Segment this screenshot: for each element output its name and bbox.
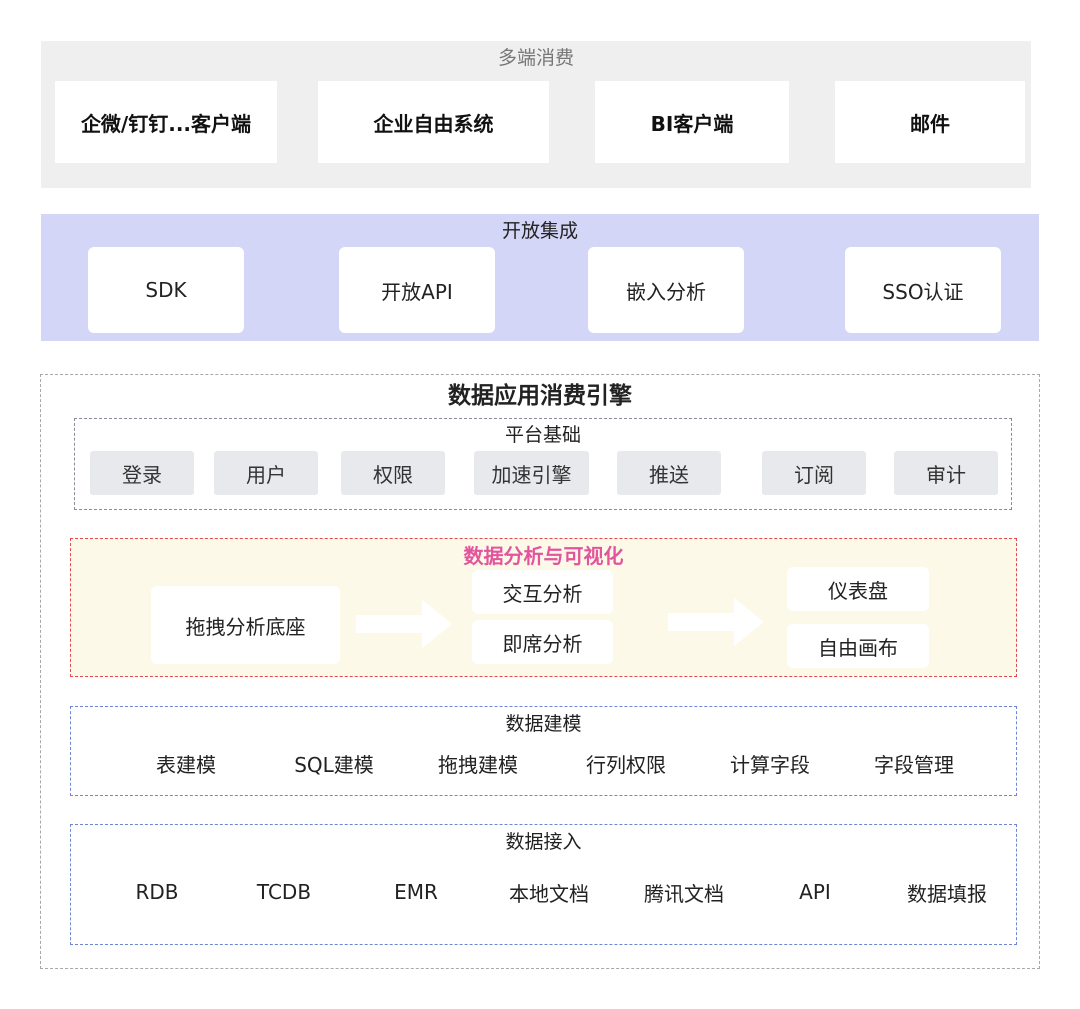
modeling-title: 数据建模 — [505, 712, 582, 735]
analysis-card-interactive: 交互分析 — [472, 570, 613, 614]
modeling-item-row-column-permission: 行列权限 — [586, 752, 666, 777]
analysis-title: 数据分析与可视化 — [463, 543, 624, 568]
access-item-rdb: RDB — [135, 880, 179, 904]
access-item-emr: EMR — [394, 880, 438, 904]
modeling-item-field-management: 字段管理 — [874, 752, 954, 777]
consumption-card-im-client: 企微/钉钉...客户端 — [55, 81, 277, 163]
platform-chip-acceleration: 加速引擎 — [474, 451, 589, 495]
consumption-card-email: 邮件 — [835, 81, 1025, 163]
platform-chip-login: 登录 — [90, 451, 194, 495]
access-item-data-fill: 数据填报 — [907, 881, 987, 906]
arrow-right-icon — [668, 598, 764, 646]
modeling-item-table: 表建模 — [156, 752, 216, 777]
platform-title: 平台基础 — [504, 423, 581, 446]
integration-card-embedded-analysis: 嵌入分析 — [588, 247, 744, 333]
analysis-card-drag-base: 拖拽分析底座 — [151, 586, 340, 664]
consumption-title: 多端消费 — [497, 46, 574, 69]
analysis-card-adhoc: 即席分析 — [472, 620, 613, 664]
consumption-card-enterprise-system: 企业自由系统 — [318, 81, 549, 163]
platform-chip-audit: 审计 — [894, 451, 998, 495]
access-item-local-doc: 本地文档 — [509, 881, 589, 906]
arrow-right-icon — [356, 600, 452, 648]
access-item-tencent-doc: 腾讯文档 — [644, 881, 724, 906]
access-item-tcdb: TCDB — [256, 880, 312, 904]
access-title: 数据接入 — [505, 830, 582, 853]
modeling-item-drag: 拖拽建模 — [438, 752, 518, 777]
integration-card-sdk: SDK — [88, 247, 244, 333]
integration-title: 开放集成 — [501, 219, 578, 242]
platform-chip-permission: 权限 — [341, 451, 445, 495]
engine-title: 数据应用消费引擎 — [448, 383, 632, 409]
consumption-card-bi-client: BI客户端 — [595, 81, 789, 163]
analysis-card-free-canvas: 自由画布 — [787, 624, 929, 668]
access-item-api: API — [799, 880, 831, 904]
modeling-item-calculated-field: 计算字段 — [730, 752, 810, 777]
platform-chip-subscribe: 订阅 — [762, 451, 866, 495]
modeling-item-sql: SQL建模 — [294, 752, 374, 777]
platform-chip-user: 用户 — [214, 451, 318, 495]
integration-card-sso: SSO认证 — [845, 247, 1001, 333]
platform-chip-push: 推送 — [617, 451, 721, 495]
analysis-card-dashboard: 仪表盘 — [787, 567, 929, 611]
integration-card-open-api: 开放API — [339, 247, 495, 333]
